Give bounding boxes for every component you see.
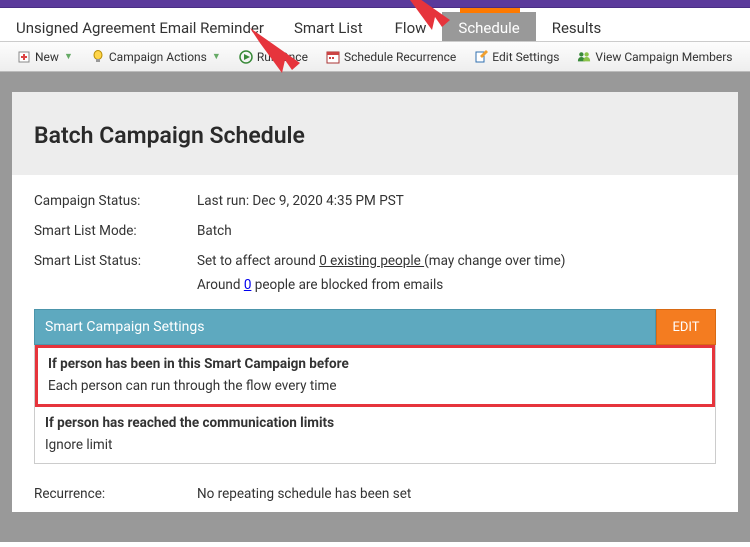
run-icon xyxy=(239,50,253,64)
tab-smart-list[interactable]: Smart List xyxy=(278,12,379,41)
run-once-label: Run Once xyxy=(257,50,308,64)
tab-flow[interactable]: Flow xyxy=(379,12,443,41)
schedule-recurrence-label: Schedule Recurrence xyxy=(344,50,456,64)
page-title: Batch Campaign Schedule xyxy=(12,92,738,175)
settings-header: Smart Campaign Settings xyxy=(34,309,656,345)
view-members-button[interactable]: View Campaign Members xyxy=(568,46,741,68)
smart-list-status-label: Smart List Status: xyxy=(34,253,197,269)
new-button[interactable]: New ▼ xyxy=(8,46,82,68)
schedule-recurrence-button[interactable]: Schedule Recurrence xyxy=(317,46,465,68)
campaign-status-value: Last run: Dec 9, 2020 4:35 PM PST xyxy=(197,193,404,209)
smart-list-mode-value: Batch xyxy=(197,223,232,239)
recurrence-value: No repeating schedule has been set xyxy=(197,486,411,502)
chevron-down-icon: ▼ xyxy=(64,51,73,62)
chevron-down-icon: ▼ xyxy=(212,51,221,62)
campaign-actions-button[interactable]: Campaign Actions ▼ xyxy=(82,46,230,68)
tab-bar: Unsigned Agreement Email Reminder Smart … xyxy=(0,8,750,42)
edit-settings-button[interactable]: Edit Settings xyxy=(465,46,568,68)
lightbulb-icon xyxy=(91,50,105,64)
plus-icon xyxy=(17,50,31,64)
campaign-actions-label: Campaign Actions xyxy=(109,50,207,64)
breadcrumb: Unsigned Agreement Email Reminder xyxy=(6,12,278,41)
edit-settings-label: Edit Settings xyxy=(492,50,559,64)
sl-status-prefix: Set to affect around xyxy=(197,253,319,269)
run-once-button[interactable]: Run Once xyxy=(230,46,317,68)
blocked-suffix: people are blocked from emails xyxy=(251,277,443,293)
tab-results[interactable]: Results xyxy=(536,12,618,41)
rule-communication-limits: If person has reached the communication … xyxy=(35,407,715,463)
tab-schedule[interactable]: Schedule xyxy=(442,12,535,41)
smart-list-mode-label: Smart List Mode: xyxy=(34,223,197,239)
smart-list-status-value: Set to affect around 0 existing people (… xyxy=(197,253,566,269)
settings-panel: Smart Campaign Settings EDIT If person h… xyxy=(34,309,716,464)
new-label: New xyxy=(35,50,59,64)
rule1-title: If person has been in this Smart Campaig… xyxy=(48,356,702,372)
existing-people-link[interactable]: 0 existing people xyxy=(319,253,424,269)
recurrence-label: Recurrence: xyxy=(34,486,197,502)
rule2-value: Ignore limit xyxy=(45,437,705,453)
rule1-value: Each person can run through the flow eve… xyxy=(48,378,702,394)
rule2-title: If person has reached the communication … xyxy=(45,415,705,431)
toolbar: New ▼ Campaign Actions ▼ Run Once Schedu… xyxy=(0,42,750,72)
edit-button[interactable]: EDIT xyxy=(656,309,716,345)
view-members-label: View Campaign Members xyxy=(595,50,732,64)
calendar-icon xyxy=(326,50,340,64)
people-icon xyxy=(577,50,591,64)
sl-status-suffix: (may change over time) xyxy=(424,253,565,269)
blocked-text: Around 0 people are blocked from emails xyxy=(197,277,716,293)
campaign-status-label: Campaign Status: xyxy=(34,193,197,209)
rule-person-been-before: If person has been in this Smart Campaig… xyxy=(35,345,715,407)
edit-icon xyxy=(474,50,488,64)
blocked-prefix: Around xyxy=(197,277,244,293)
